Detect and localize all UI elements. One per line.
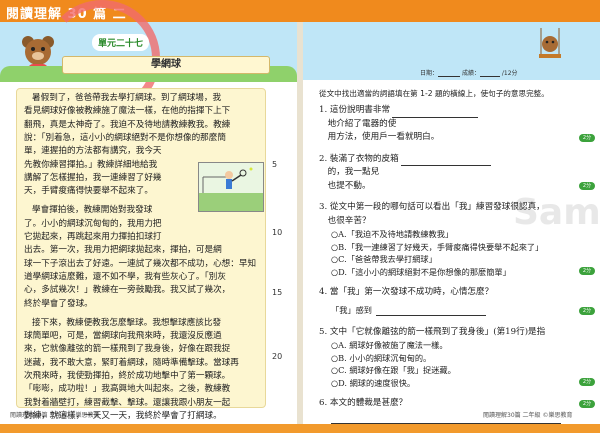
passage-line: 終於學會了發球。 — [24, 298, 93, 309]
points-badge: 2分 — [579, 133, 595, 142]
points-badge: 2分 — [579, 399, 595, 408]
passage-line: 講解了怎樣握拍，我一連練習了好幾 — [24, 172, 162, 183]
passage-line: 天，手臂痠痛得快要舉不起來了。 — [24, 186, 153, 197]
passage-line: 看見網球好像被教練施了魔法一樣，在他的指揮下上下 — [24, 106, 231, 117]
answer-blank[interactable] — [392, 107, 479, 118]
passage-line: 出去。第一次，我用力把網球拋起來，揮拍，可是網 — [24, 245, 222, 256]
question-line: 4. 當「我」第一次發球不成功時，心情怎麼？ — [319, 287, 494, 297]
passage-line: 我對着牆壁打，練習截擊、擊球。還讓我跟小朋友一起 — [24, 397, 231, 408]
points-badge: 2分 — [579, 306, 595, 315]
tennis-illustration — [198, 162, 264, 212]
unit-badge: 單元二十七 — [92, 34, 150, 51]
question-line: 的，我一點兒 — [319, 167, 380, 177]
answer-option[interactable]: ○C. 網球好像在跟「我」捉迷藏。 — [331, 364, 456, 376]
question-line: 2. 裝滿了衣物的皮箱 — [319, 153, 493, 166]
passage-line: 翻飛，真是太神奇了。我迫不及待地請教練教我。教練 — [24, 119, 231, 130]
passage-line: 先教你練習揮拍。」教練詳細地給我 — [24, 159, 158, 170]
passage-line: 球一下子滾出去了好遠。一連試了幾次都不成功，心想：早知 — [24, 258, 257, 269]
points-badge: 2分 — [579, 378, 595, 386]
result-label: 成績： — [461, 70, 480, 77]
question-line: 也提不動。 — [319, 180, 371, 191]
passage-line: 暑假到了，爸爸帶我去學打網球。到了網球場，我 — [32, 93, 222, 103]
date-label: 日期： — [420, 70, 439, 77]
question-line: 3. 從文中第一段的哪句話可以看出「我」練習發球很認真， — [319, 202, 545, 212]
passage-line: 學會揮拍後，教練開始對我發球 — [32, 205, 153, 216]
answer-option[interactable]: ○A. 網球好像被施了魔法一樣。 — [331, 339, 448, 351]
question-line: 6. 本文的體裁是甚麼？ — [319, 398, 408, 408]
answer-option[interactable]: ○C.「爸爸帶我去學打網球」 — [331, 253, 437, 265]
passage-line: 次飛來時，我使勁揮拍，終於成功地擊中了第一顆球。 — [24, 371, 231, 381]
answer-option[interactable]: ○B.「我一連練習了好幾天，手臂痠痛得快要舉不起來了」 — [331, 241, 543, 253]
tennis-player-icon — [199, 167, 263, 211]
right-page: 日期： 成績： /12分 從文中找出適當的詞語填在第 1-2 題的橫線上，使句子… — [303, 22, 600, 424]
line-number: 15 — [272, 288, 283, 297]
instructions: 從文中找出適當的詞語填在第 1-2 題的橫線上，使句子的意思完整。 — [319, 89, 549, 98]
answer-option[interactable]: ○A.「我迫不及待地請教練教我」 — [331, 228, 453, 240]
passage-line: 接下來，教練便教我怎麼擊球。我想擊球應該比發 — [32, 317, 222, 328]
answer-blank[interactable] — [400, 155, 491, 166]
answer-option[interactable]: ○D. 網球的速度很快。 — [331, 377, 415, 389]
answer-option[interactable]: ○D.「這小小的網球絕對不是你想像的那麼簡單」 — [331, 266, 511, 278]
answer-option[interactable]: ○B. 小小的網球沉甸甸的。 — [331, 352, 431, 364]
question-line: 1. 這份說明書非常 — [319, 104, 480, 118]
passage-line: 了。小小的網球沉甸甸的，我用力把 — [24, 218, 162, 229]
bear-swing-icon — [539, 28, 561, 58]
points-badge: 2分 — [579, 182, 595, 190]
passage-line: 對練，就這樣，一天又一天，我終於學會了打網球。 — [24, 410, 222, 421]
answer-line[interactable]: 「我」感到 — [331, 304, 486, 316]
passage-line: 「嘭嘭，成功啦！」我高興地大叫起來。之後，教練教 — [24, 384, 231, 395]
total-label: /12分 — [501, 70, 518, 77]
question-line: 也很辛苦？ — [319, 215, 371, 226]
answer-blank[interactable] — [331, 413, 561, 424]
passage-line: 迷藏，我不敢大意，緊盯着網球，隨時準備擊球。當球再 — [24, 357, 239, 368]
passage-title: 學網球 — [62, 56, 270, 74]
question-line: 用方法，使用戶一看就明白。 — [319, 132, 440, 142]
passage-line: 道學網球這麼難，還不如不學，我有些灰心了。「別灰 — [24, 271, 226, 282]
passage-line: 說：「別着急，這小小的網球絕對不是你想像的那麼簡 — [24, 132, 226, 143]
question-line: 5. 文中「它就像離弦的箭一樣飛到了我身後」(第19行)是指 — [319, 326, 546, 337]
score-bar: 日期： 成績： /12分 — [420, 66, 540, 77]
left-page: 單元二十七 學網球 閱讀理解30篇 二年級 ©樂思教育 暑假到了，爸爸帶我去學打… — [0, 0, 297, 424]
passage-line: 心，多試幾次！」教練在一旁鼓勵我。我又試了幾次， — [24, 285, 231, 296]
line-number: 5 — [272, 160, 278, 169]
passage-line: 它拋起來，再跳起來用力揮拍扣球打 — [24, 232, 162, 242]
passage-line: 球簡單吧，可是，當網球向我飛來時，我還沒反應過 — [24, 331, 222, 342]
points-badge: 2分 — [579, 267, 595, 275]
passage-line: 來，它就像離弦的箭一樣飛到了我身後，好像在跟我捉 — [24, 344, 231, 355]
line-number: 10 — [272, 228, 283, 237]
passage-line: 單，連握拍的方法都有講究，我今天 — [24, 146, 162, 157]
line-number: 20 — [272, 352, 283, 361]
question-line: 地介紹了電器的使 — [319, 118, 397, 129]
